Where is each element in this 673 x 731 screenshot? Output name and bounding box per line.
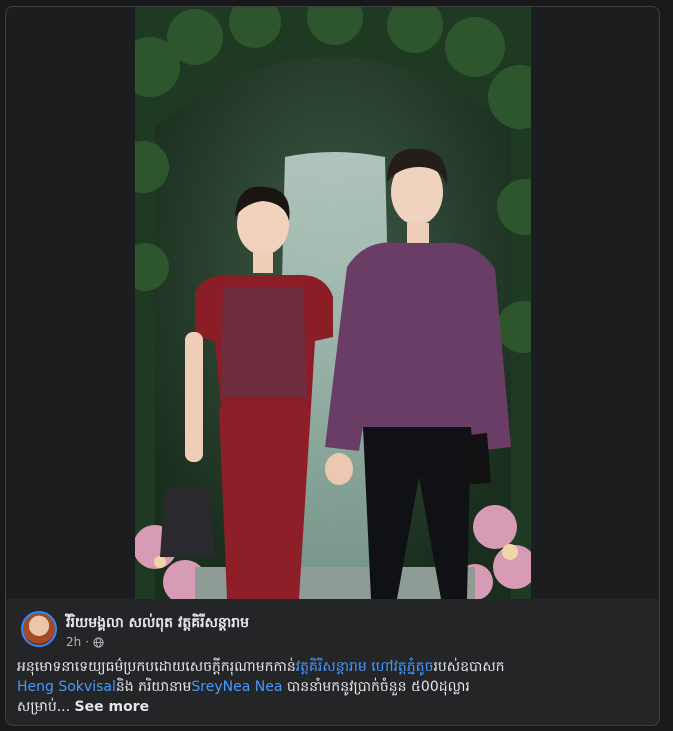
- see-more-link[interactable]: See more: [75, 699, 150, 715]
- caption-text-2: របស់ឧបាសក: [433, 659, 505, 675]
- post-timestamp[interactable]: 2h: [66, 635, 81, 649]
- caption-text-1: អនុមោទនាទេយ្យធម៌ប្រកបដោយសេចក្តីករុណាមកកា…: [17, 659, 296, 675]
- caption-text-3: និង ភរិយានាម: [115, 679, 192, 695]
- author-avatar[interactable]: [21, 611, 57, 647]
- caption-link-sreynea-nea[interactable]: SreyNea Nea: [191, 679, 282, 695]
- post-caption: អនុមោទនាទេយ្យធម៌ប្រកបដោយសេចក្តីករុណាមកកា…: [17, 657, 657, 717]
- caption-link-heng-sokvisal[interactable]: Heng Sokvisal: [17, 679, 116, 695]
- post-photo[interactable]: [135, 7, 531, 599]
- post-header-and-caption: វិរិយមង្គលា សល់ពុត វត្តគិរីសន្តារាម 2h ·…: [6, 599, 659, 725]
- caption-text-5: សម្រាប់...: [17, 699, 71, 715]
- globe-icon[interactable]: [93, 636, 104, 648]
- post-meta: 2h ·: [66, 635, 104, 649]
- couple-photo-illustration: [135, 7, 531, 599]
- caption-link-vat-phnom-toch[interactable]: ហៅវត្តភ្នំតូច: [371, 659, 433, 675]
- author-name[interactable]: វិរិយមង្គលា សល់ពុត វត្តគិរីសន្តារាម: [66, 613, 249, 634]
- caption-link-vat-kiri[interactable]: វត្តគិរីសន្តារាម: [296, 659, 367, 675]
- meta-separator: ·: [85, 635, 90, 649]
- post-card: វិរិយមង្គលា សល់ពុត វត្តគិរីសន្តារាម 2h ·…: [5, 6, 660, 726]
- post-photo-area: [6, 7, 659, 599]
- caption-text-4: បាននាំមកនូវប្រាក់ចំនួន ៥00ដុល្លារ: [282, 679, 470, 695]
